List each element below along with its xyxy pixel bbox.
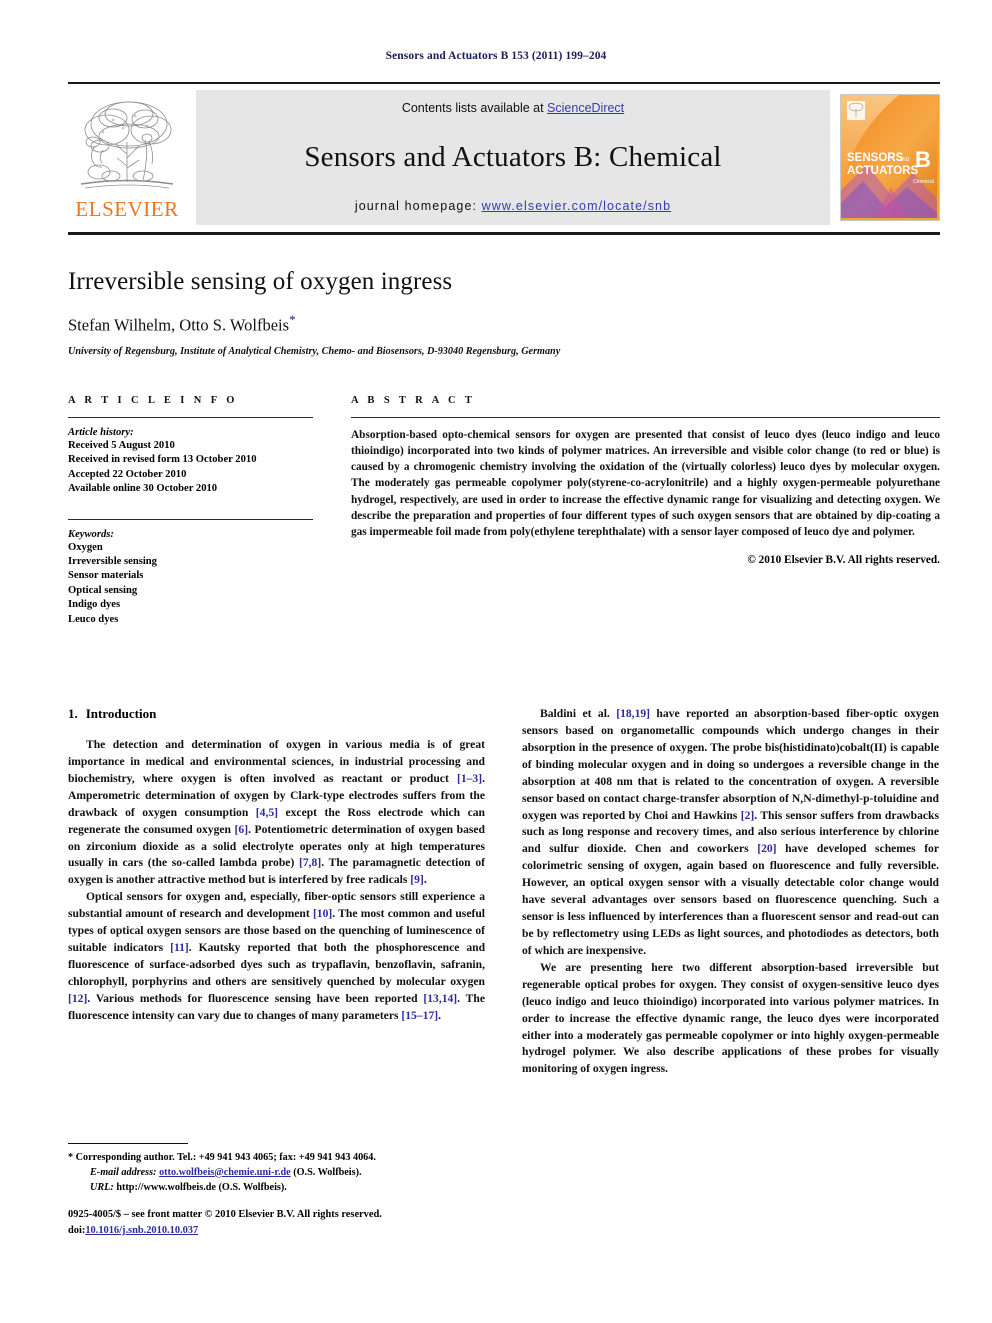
doi-label: doi: xyxy=(68,1224,86,1236)
journal-band: Contents lists available at ScienceDirec… xyxy=(196,90,830,225)
keyword-item: Indigo dyes xyxy=(68,599,121,611)
author-list: Stefan Wilhelm, Otto S. Wolfbeis* xyxy=(68,312,940,336)
abstract-copyright: © 2010 Elsevier B.V. All rights reserved… xyxy=(747,553,940,566)
keyword-item: Irreversible sensing xyxy=(68,556,157,568)
history-revised: Received in revised form 13 October 2010 xyxy=(68,454,257,466)
elsevier-tree-icon xyxy=(80,101,174,189)
corresponding-author-footnote: * Corresponding author. Tel.: +49 941 94… xyxy=(68,1143,485,1195)
masthead-bottom-rule xyxy=(68,232,940,235)
footnote-email-line: E-mail address: otto.wolfbeis@chemie.uni… xyxy=(68,1166,485,1181)
history-received: Received 5 August 2010 xyxy=(68,440,175,451)
page-title: Irreversible sensing of oxygen ingress xyxy=(68,268,453,295)
body-paragraph: Optical sensors for oxygen and, especial… xyxy=(68,890,486,1022)
keyword-item: Leuco dyes xyxy=(68,613,119,625)
body-paragraph: We are presenting here two different abs… xyxy=(522,960,939,1076)
corresponding-author-marker: * xyxy=(289,312,296,327)
article-history-label: Article history: xyxy=(68,427,134,438)
keywords-rule xyxy=(68,518,313,520)
elsevier-logo: ELSEVIER xyxy=(68,90,186,225)
keyword-item: Sensor materials xyxy=(68,570,144,582)
contents-available-line: Contents lists available at ScienceDirec… xyxy=(402,101,624,115)
keywords-label: Keywords: xyxy=(68,528,114,540)
cover-line1-suffix: and xyxy=(899,157,909,163)
body-paragraph: Baldini et al. [18,19] have reported an … xyxy=(522,707,940,957)
running-head: Sensors and Actuators B 153 (2011) 199–2… xyxy=(385,50,607,62)
url-owner: (O.S. Wolfbeis). xyxy=(218,1181,287,1193)
cover-line2: ACTUATORS xyxy=(847,165,918,177)
info-abstract-section: A R T I C L E I N F O Article history: R… xyxy=(68,395,940,627)
contents-prefix: Contents lists available at xyxy=(401,101,548,115)
footnote-marker: * xyxy=(68,1152,74,1163)
cover-sub: Chemical xyxy=(913,179,934,185)
email-owner: (O.S. Wolfbeis). xyxy=(293,1166,362,1178)
section-number: 1. xyxy=(68,706,78,721)
body-left-column: 1. Introduction The detection and determi… xyxy=(68,706,485,1078)
keyword-item: Oxygen xyxy=(68,541,103,553)
journal-homepage-line: journal homepage: www.elsevier.com/locat… xyxy=(355,199,671,213)
section-name: Introduction xyxy=(85,706,157,721)
abstract-rule xyxy=(351,417,940,418)
doi-line: doi:10.1016/j.snb.2010.10.037 xyxy=(68,1223,498,1239)
article-info-rule xyxy=(68,417,313,418)
affiliation: University of Regensburg, Institute of A… xyxy=(68,345,561,357)
footnote-url-line: URL: http://www.wolfbeis.de (O.S. Wolfbe… xyxy=(68,1181,485,1196)
footnote-corresponding-text: Corresponding author. Tel.: +49 941 943 … xyxy=(75,1152,376,1163)
history-accepted: Accepted 22 October 2010 xyxy=(68,468,187,480)
cover-letter: B xyxy=(915,147,931,172)
abstract-heading: A B S T R A C T xyxy=(351,395,476,406)
title-block: Irreversible sensing of oxygen ingress S… xyxy=(68,268,940,357)
footnote-corresponding-line: * Corresponding author. Tel.: +49 941 94… xyxy=(68,1151,485,1166)
history-online: Available online 30 October 2010 xyxy=(68,483,218,495)
journal-cover-thumbnail: SENSORS and ACTUATORS B Chemical xyxy=(840,94,940,221)
url-label: URL: xyxy=(90,1181,114,1193)
author-names: Stefan Wilhelm, Otto S. Wolfbeis xyxy=(68,315,290,335)
journal-title: Sensors and Actuators B: Chemical xyxy=(304,140,722,173)
sciencedirect-link[interactable]: ScienceDirect xyxy=(547,101,624,115)
abstract-column: A B S T R A C T Absorption-based opto-ch… xyxy=(351,395,940,627)
article-info-column: A R T I C L E I N F O Article history: R… xyxy=(68,395,313,627)
journal-homepage-link[interactable]: www.elsevier.com/locate/snb xyxy=(482,199,672,213)
imprint-block: 0925-4005/$ – see front matter © 2010 El… xyxy=(68,1207,498,1238)
body-columns: 1. Introduction The detection and determi… xyxy=(68,706,940,1078)
body-right-column: Baldini et al. [18,19] have reported an … xyxy=(522,706,939,1078)
homepage-prefix: journal homepage: xyxy=(354,199,482,213)
url-value[interactable]: http://www.wolfbeis.de xyxy=(116,1182,216,1193)
keywords-spacer xyxy=(68,497,313,519)
email-link[interactable]: otto.wolfbeis@chemie.uni-r.de xyxy=(159,1167,291,1178)
section-heading-introduction: 1. Introduction xyxy=(68,706,485,722)
body-paragraph: The detection and determination of oxyge… xyxy=(68,738,485,887)
keyword-item: Optical sensing xyxy=(68,584,138,596)
journal-masthead: ELSEVIER Contents lists available at Sci… xyxy=(68,82,940,235)
doi-link[interactable]: 10.1016/j.snb.2010.10.037 xyxy=(85,1225,198,1236)
footnote-rule xyxy=(68,1143,188,1144)
front-matter-line: 0925-4005/$ – see front matter © 2010 El… xyxy=(68,1209,382,1220)
email-address-label: E-mail address: xyxy=(90,1166,157,1178)
abstract-text: Absorption-based opto-chemical sensors f… xyxy=(351,429,940,538)
masthead-top-rule xyxy=(68,82,940,84)
cover-artwork: SENSORS and ACTUATORS B Chemical xyxy=(841,95,937,218)
cover-line1: SENSORS xyxy=(847,152,904,164)
elsevier-wordmark: ELSEVIER xyxy=(75,197,179,221)
article-info-heading: A R T I C L E I N F O xyxy=(68,395,238,406)
journal-article-page: Sensors and Actuators B 153 (2011) 199–2… xyxy=(0,0,992,1323)
